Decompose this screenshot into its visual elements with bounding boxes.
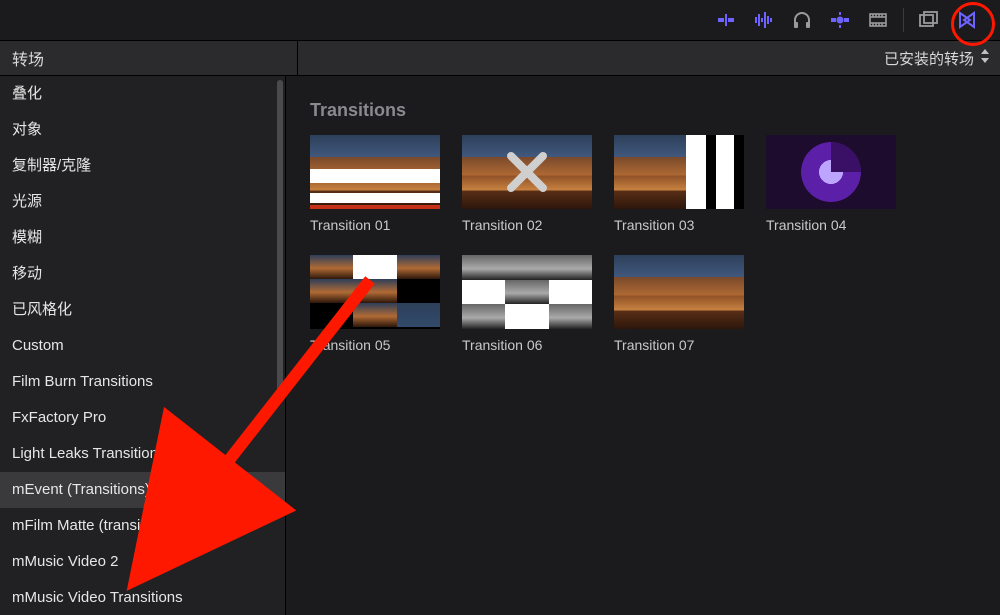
updown-chevron-icon xyxy=(980,49,990,67)
sidebar-item[interactable]: 移动 xyxy=(0,256,285,292)
sidebar-item-label: Custom xyxy=(12,337,64,354)
transition-thumbnail xyxy=(310,135,440,209)
transition-item[interactable]: Transition 07 xyxy=(614,255,744,353)
sidebar: 叠化对象复制器/克隆光源模糊移动已风格化 Custom Film Burn Tran… xyxy=(0,76,286,615)
sidebar-item-label: 模糊 xyxy=(12,229,42,246)
section-title: Transitions xyxy=(310,100,1000,121)
sidebar-item-label: Film Burn Transitions xyxy=(12,373,153,390)
transition-label: Transition 05 xyxy=(310,337,440,353)
transition-thumbnail xyxy=(614,135,744,209)
sidebar-item[interactable]: 光源 xyxy=(0,184,285,220)
transition-thumbnail xyxy=(766,135,896,209)
sidebar-item-label: mMusic Video Transitions xyxy=(12,589,183,606)
sidebar-item[interactable]: 对象 xyxy=(0,112,285,148)
sidebar-item[interactable]: 复制器/克隆 xyxy=(0,148,285,184)
header-row: 转场 已安装的转场 xyxy=(0,41,1000,76)
sidebar-item[interactable]: mFilm Matte (transitions) xyxy=(0,508,285,544)
transition-grid: Transition 01 Transition 02 Transition 03 T… xyxy=(310,135,1000,353)
sidebar-item[interactable]: mMusic Video 2 xyxy=(0,544,285,580)
sidebar-header: 转场 xyxy=(0,41,298,75)
transition-thumbnail xyxy=(614,255,744,329)
sidebar-item[interactable]: mEvent (Transitions) xyxy=(0,472,285,508)
sidebar-item[interactable]: 模糊 xyxy=(0,220,285,256)
media-browser-icon[interactable] xyxy=(918,9,940,31)
sidebar-item[interactable]: 叠化 xyxy=(0,76,285,112)
sidebar-item-label: Light Leaks Transitions xyxy=(12,445,165,462)
sidebar-item-label: mFilm Matte (transitions) xyxy=(12,517,177,534)
transition-item[interactable]: Transition 06 xyxy=(462,255,592,353)
transition-label: Transition 03 xyxy=(614,217,744,233)
color-wheel-icon[interactable] xyxy=(829,9,851,31)
transition-item[interactable]: Transition 03 xyxy=(614,135,744,233)
transition-label: Transition 02 xyxy=(462,217,592,233)
toolbar-group-browsers xyxy=(904,0,992,40)
body: 叠化对象复制器/克隆光源模糊移动已风格化 Custom Film Burn Tran… xyxy=(0,76,1000,615)
transition-label: Transition 04 xyxy=(766,217,896,233)
transition-label: Transition 01 xyxy=(310,217,440,233)
split-icon[interactable] xyxy=(715,9,737,31)
waveform-icon[interactable] xyxy=(753,9,775,31)
sidebar-item-label: mEvent (Transitions) xyxy=(12,481,150,498)
transition-thumbnail xyxy=(462,135,592,209)
sidebar-item-label: FxFactory Pro xyxy=(12,409,106,426)
transition-item[interactable]: Transition 04 xyxy=(766,135,896,233)
sidebar-item[interactable]: Custom xyxy=(0,328,285,364)
filmstrip-icon[interactable] xyxy=(867,9,889,31)
category-title: 转场 xyxy=(12,46,44,70)
sidebar-item-label: 叠化 xyxy=(12,85,42,102)
filter-dropdown[interactable]: 已安装的转场 xyxy=(298,41,1000,75)
sidebar-item-label: mMusic Video 2 xyxy=(12,553,118,570)
transition-item[interactable]: Transition 01 xyxy=(310,135,440,233)
sidebar-item[interactable]: Film Burn Transitions xyxy=(0,364,285,400)
sidebar-item[interactable]: 已风格化 xyxy=(0,292,285,328)
sidebar-item-label: 已风格化 xyxy=(12,301,72,318)
transition-thumbnail xyxy=(462,255,592,329)
sidebar-item-label: 光源 xyxy=(12,193,42,210)
transition-item[interactable]: Transition 02 xyxy=(462,135,592,233)
main-panel: Transitions Transition 01Transition 02Tr… xyxy=(286,76,1000,615)
sidebar-item-label: 移动 xyxy=(12,265,42,282)
sidebar-scrollbar[interactable] xyxy=(277,80,283,400)
transition-label: Transition 07 xyxy=(614,337,744,353)
sidebar-item[interactable]: Light Leaks Transitions xyxy=(0,436,285,472)
sidebar-item[interactable]: mMusic Video Transitions xyxy=(0,580,285,615)
toolbar-group-audio xyxy=(701,0,903,40)
transition-item[interactable]: Transition 05 xyxy=(310,255,440,353)
top-toolbar xyxy=(0,0,1000,41)
headphones-icon[interactable] xyxy=(791,9,813,31)
transitions-browser-icon[interactable] xyxy=(956,9,978,31)
sidebar-item-label: 对象 xyxy=(12,121,42,138)
transition-thumbnail xyxy=(310,255,440,329)
sidebar-item-label: 复制器/克隆 xyxy=(12,157,91,174)
transition-label: Transition 06 xyxy=(462,337,592,353)
sidebar-item[interactable]: FxFactory Pro xyxy=(0,400,285,436)
filter-label: 已安装的转场 xyxy=(884,48,974,69)
